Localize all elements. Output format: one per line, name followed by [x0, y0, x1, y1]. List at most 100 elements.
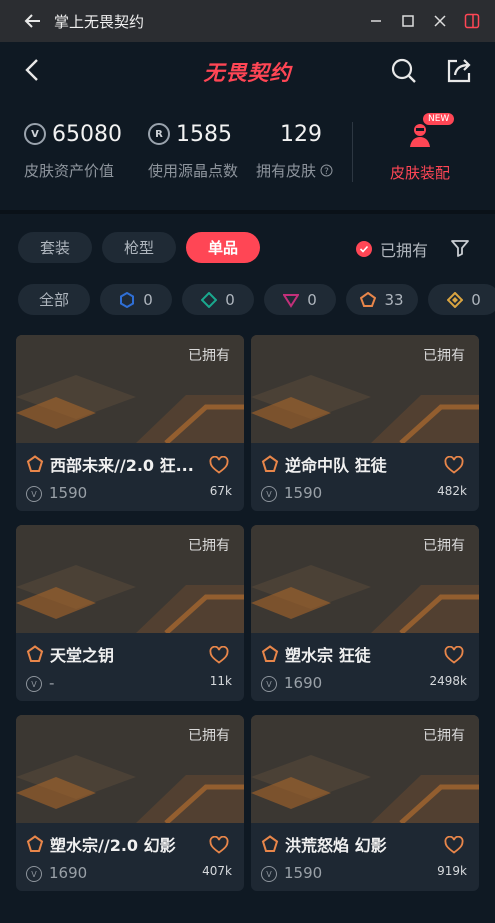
window-titlebar: 掌上无畏契约: [0, 0, 495, 42]
skin-card[interactable]: 已拥有 西部未来//2.0 狂... V 1590 67k: [16, 335, 244, 511]
minimize-icon[interactable]: [365, 10, 387, 32]
skin-name: 塑水宗 狂徒: [285, 646, 371, 665]
stats-divider: [352, 122, 353, 182]
skin-price: 1690: [284, 674, 323, 692]
skin-name: 洪荒怒焰 幻影: [285, 836, 387, 855]
chip-count: 33: [384, 290, 404, 309]
skins-owned-value: 129: [280, 121, 322, 147]
skin-image: 已拥有: [16, 715, 244, 823]
sidebar-toggle-icon[interactable]: [461, 10, 483, 32]
owned-filter-toggle[interactable]: 已拥有: [356, 237, 428, 261]
owned-tag: 已拥有: [188, 728, 230, 744]
window-back-icon[interactable]: [20, 8, 46, 34]
like-icon[interactable]: [209, 456, 229, 474]
like-count: 482k: [437, 484, 467, 498]
skin-price: 1690: [49, 864, 88, 882]
owned-filter-label: 已拥有: [380, 241, 429, 260]
ultra-tier-icon: [261, 645, 279, 662]
like-count: 919k: [437, 864, 467, 878]
like-icon[interactable]: [444, 646, 464, 664]
svg-text:?: ?: [324, 167, 329, 177]
like-icon[interactable]: [209, 646, 229, 664]
chip-ultra-tier[interactable]: 33: [346, 284, 418, 315]
chip-premium-tier[interactable]: 0: [264, 284, 336, 315]
valorant-points-icon: V: [26, 676, 42, 692]
chip-deluxe-tier[interactable]: 0: [182, 284, 254, 315]
skin-image: 已拥有: [251, 335, 479, 443]
like-icon[interactable]: [209, 836, 229, 854]
close-icon[interactable]: [429, 10, 451, 32]
ultra-tier-icon: [26, 645, 44, 662]
character-icon: [407, 122, 433, 148]
owned-tag: 已拥有: [423, 348, 465, 364]
skin-card[interactable]: 已拥有 逆命中队 狂徒 V 1590 482k: [251, 335, 479, 511]
skin-image: 已拥有: [251, 525, 479, 633]
tab-single-item[interactable]: 单品: [186, 232, 260, 263]
chip-label: 全部: [38, 291, 69, 309]
skins-owned-label: 拥有皮肤: [256, 162, 317, 180]
skin-image: 已拥有: [16, 335, 244, 443]
asset-value-label: 皮肤资产价值: [24, 162, 115, 180]
owned-tag: 已拥有: [423, 728, 465, 744]
skin-card[interactable]: 已拥有 塑水宗 狂徒 V 1690 2498k: [251, 525, 479, 701]
chip-all[interactable]: 全部: [18, 284, 90, 315]
skin-image: 已拥有: [16, 525, 244, 633]
skin-name: 天堂之钥: [50, 646, 115, 665]
ultra-tier-icon: [26, 835, 44, 852]
new-badge: NEW: [423, 113, 455, 125]
like-count: 11k: [209, 674, 232, 688]
chip-count: 0: [225, 290, 235, 309]
maximize-icon[interactable]: [397, 10, 419, 32]
chip-count: 0: [307, 290, 317, 309]
skin-name: 逆命中队 狂徒: [285, 456, 387, 475]
skin-card[interactable]: 已拥有 天堂之钥 V - 11k: [16, 525, 244, 701]
chip-count: 0: [143, 290, 153, 309]
skin-price: -: [49, 674, 55, 692]
radianite-label: 使用源晶点数: [148, 162, 239, 180]
share-icon[interactable]: [442, 54, 476, 88]
skin-card[interactable]: 已拥有 塑水宗//2.0 幻影 V 1690 407k: [16, 715, 244, 891]
owned-tag: 已拥有: [188, 348, 230, 364]
help-icon[interactable]: ?: [320, 164, 333, 177]
radianite-icon: R: [148, 123, 170, 145]
valorant-points-icon: V: [26, 486, 42, 502]
search-icon[interactable]: [387, 54, 421, 88]
like-count: 67k: [209, 484, 232, 498]
check-icon: [356, 241, 372, 257]
ultra-tier-icon: [26, 455, 44, 472]
deluxe-tier-icon: [201, 291, 218, 308]
owned-tag: 已拥有: [423, 538, 465, 554]
skin-price: 1590: [284, 864, 323, 882]
skin-equip-button[interactable]: 皮肤装配: [378, 118, 462, 183]
tab-weapon-type[interactable]: 枪型: [102, 232, 176, 263]
stats-panel: V 65080 皮肤资产价值 R 1585 使用源晶点数 129 拥有皮肤 ? 皮肤…: [0, 112, 495, 196]
category-tabs: 套装 枪型 单品: [18, 232, 260, 264]
filter-icon[interactable]: [449, 237, 471, 259]
skin-price: 1590: [49, 484, 88, 502]
premium-tier-icon: [283, 293, 300, 308]
skin-card[interactable]: 已拥有 洪荒怒焰 幻影 V 1590 919k: [251, 715, 479, 891]
valorant-points-icon: V: [24, 123, 46, 145]
app-header: 无畏契约: [0, 42, 495, 100]
asset-value: 65080: [52, 121, 122, 147]
owned-tag: 已拥有: [188, 538, 230, 554]
like-icon[interactable]: [444, 836, 464, 854]
chip-exclusive-tier[interactable]: 0: [428, 284, 495, 315]
radianite-value: 1585: [176, 121, 232, 147]
valorant-points-icon: V: [261, 866, 277, 882]
chip-count: 0: [471, 290, 481, 309]
valorant-points-icon: V: [26, 866, 42, 882]
valorant-points-icon: V: [261, 486, 277, 502]
ultra-tier-icon: [360, 291, 377, 307]
section-divider: [0, 210, 495, 214]
skin-name: 西部未来//2.0 狂...: [50, 456, 194, 475]
like-icon[interactable]: [444, 456, 464, 474]
ultra-tier-icon: [261, 455, 279, 472]
chip-select-tier[interactable]: 0: [100, 284, 172, 315]
tab-set[interactable]: 套装: [18, 232, 92, 263]
ultra-tier-icon: [261, 835, 279, 852]
exclusive-tier-icon: [447, 291, 464, 308]
like-count: 407k: [202, 864, 232, 878]
skin-image: 已拥有: [251, 715, 479, 823]
window-title: 掌上无畏契约: [54, 12, 145, 31]
